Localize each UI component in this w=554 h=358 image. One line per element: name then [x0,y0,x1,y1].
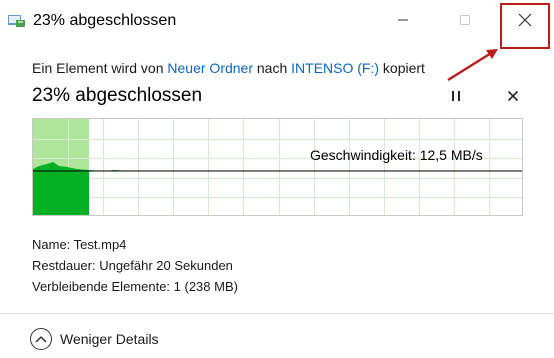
destination-drive-link[interactable]: INTENSO (F:) [291,60,379,76]
description-prefix: Ein Element wird von [32,60,168,76]
detail-remaining-time: Restdauer: Ungefähr 20 Sekunden [32,258,233,273]
annotation-arrow-icon [447,48,498,82]
less-details-toggle[interactable]: Weniger Details [30,328,159,350]
cancel-icon [507,89,519,107]
less-details-label: Weniger Details [60,331,159,347]
speed-label: Geschwindigkeit: 12,5 MB/s [310,147,483,163]
pause-button[interactable] [446,88,466,108]
pause-icon [450,89,462,107]
progress-heading: 23% abgeschlossen [32,85,203,106]
cancel-button[interactable] [503,88,523,108]
footer-divider [0,313,554,314]
description-suffix: kopiert [379,60,425,76]
speed-area [33,162,129,215]
window-title: 23% abgeschlossen [33,12,177,29]
speed-graph-canvas [33,119,522,215]
details-panel: Name: Test.mp4 Restdauer: Ungefähr 20 Se… [32,234,238,297]
detail-remaining-items: Verbleibende Elemente: 1 (238 MB) [32,279,238,294]
minimize-icon [397,13,409,31]
copy-window-icon [8,14,26,28]
minimize-button[interactable] [380,0,426,44]
speed-graph [32,118,523,216]
detail-name: Name: Test.mp4 [32,237,127,252]
chevron-up-icon [30,328,52,350]
description-mid: nach [253,60,292,76]
maximize-icon [459,13,471,31]
copy-description: Ein Element wird von Neuer Ordner nach I… [32,60,425,76]
source-folder-link[interactable]: Neuer Ordner [167,60,253,76]
